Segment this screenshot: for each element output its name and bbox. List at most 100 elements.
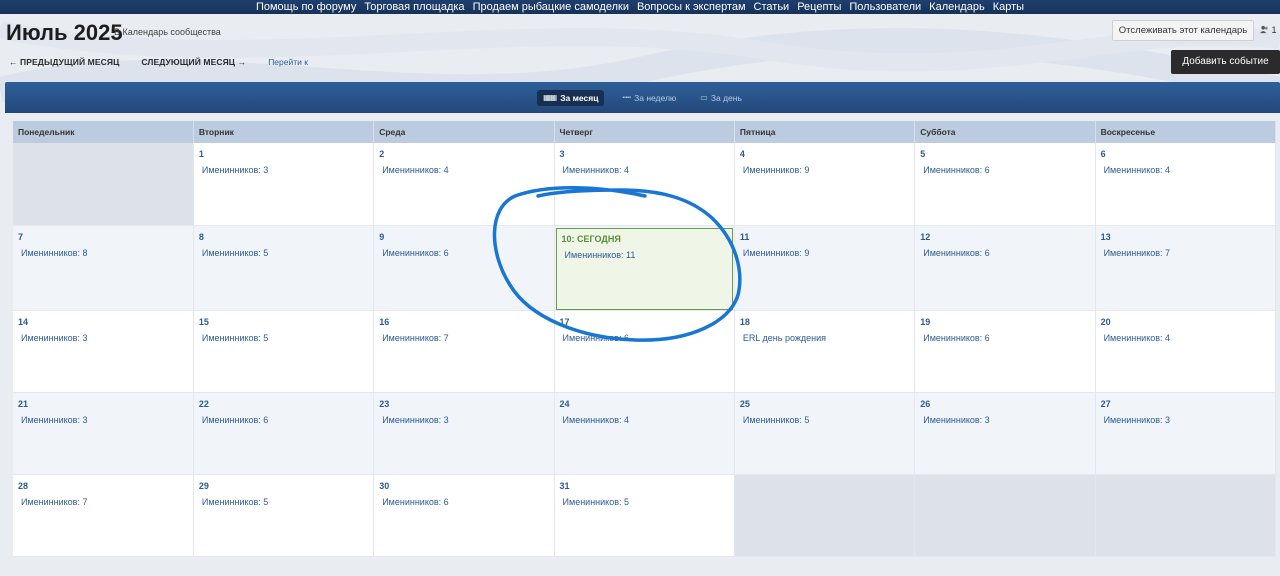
day-number[interactable]: 22 [194, 393, 373, 409]
birthday-event-link[interactable]: Именинников: 4 [1096, 327, 1275, 343]
day-number[interactable]: 20 [1096, 311, 1275, 327]
calendar-day-cell[interactable]: 30 Именинников: 6 [373, 474, 555, 557]
calendar-day-cell[interactable]: 12 Именинников: 6 [914, 225, 1096, 311]
birthday-event-link[interactable]: Именинников: 3 [13, 327, 193, 343]
calendar-day-cell[interactable]: 16 Именинников: 7 [373, 310, 555, 393]
nav-marketplace[interactable]: Торговая площадка [364, 0, 464, 14]
birthday-event-link[interactable]: Именинников: 9 [735, 159, 914, 175]
day-number[interactable]: 5 [915, 143, 1094, 159]
calendar-day-cell[interactable]: 19 Именинников: 6 [914, 310, 1096, 393]
day-number[interactable]: 11 [735, 226, 914, 242]
calendar-day-cell[interactable]: 14 Именинников: 3 [13, 310, 194, 393]
birthday-event-link[interactable]: Именинников: 9 [735, 242, 914, 258]
day-number[interactable]: 3 [555, 143, 734, 159]
day-number[interactable]: 4 [735, 143, 914, 159]
tab-month-view[interactable]: ▦▦ За месяц [537, 89, 605, 106]
calendar-day-cell[interactable]: 11 Именинников: 9 [734, 225, 916, 311]
birthday-event-link[interactable]: Именинников: 4 [555, 159, 734, 175]
nav-calendar[interactable]: Календарь [929, 0, 985, 14]
calendar-day-cell[interactable]: 1 Именинников: 3 [193, 143, 375, 226]
nav-users[interactable]: Пользователи [849, 0, 921, 14]
calendar-day-cell[interactable]: 3 Именинников: 4 [554, 143, 735, 226]
day-number[interactable]: 18 [735, 311, 914, 327]
birthday-event-link[interactable]: Именинников: 7 [1096, 242, 1275, 258]
calendar-day-cell[interactable]: 13 Именинников: 7 [1095, 225, 1277, 311]
previous-month-link[interactable]: ← ПРЕДЫДУЩИЙ МЕСЯЦ [9, 57, 119, 67]
day-number[interactable]: 2 [374, 143, 553, 159]
add-event-button[interactable]: Добавить событие [1171, 50, 1280, 74]
day-number[interactable]: 26 [915, 393, 1094, 409]
day-number[interactable]: 21 [13, 393, 193, 409]
tab-week-view[interactable]: ┅┅ За неделю [616, 90, 682, 106]
calendar-day-cell[interactable]: 18 ERL день рождения [734, 310, 916, 393]
birthday-event-link[interactable]: ERL день рождения [735, 327, 914, 343]
next-month-link[interactable]: СЛЕДУЮЩИЙ МЕСЯЦ → [141, 57, 246, 67]
day-number[interactable]: 9 [374, 226, 553, 242]
birthday-event-link[interactable]: Именинников: 6 [915, 242, 1094, 258]
birthday-event-link[interactable]: Именинников: 4 [1096, 159, 1275, 175]
calendar-day-cell[interactable]: 5 Именинников: 6 [914, 143, 1096, 226]
follow-calendar-button[interactable]: Отслеживать этот календарь [1112, 20, 1254, 41]
day-number[interactable]: 1 [194, 143, 373, 159]
birthday-event-link[interactable]: Именинников: 6 [194, 409, 373, 425]
calendar-day-cell-today[interactable]: 10: СЕГОДНЯ Именинников: 11 [554, 225, 735, 311]
day-number[interactable]: 6 [1096, 143, 1275, 159]
birthday-event-link[interactable]: Именинников: 8 [13, 242, 193, 258]
breadcrumb[interactable]: В Календарь сообщества [114, 27, 221, 37]
day-number[interactable]: 16 [374, 311, 553, 327]
day-number[interactable]: 14 [13, 311, 193, 327]
day-number[interactable]: 13 [1096, 226, 1275, 242]
birthday-event-link[interactable]: Именинников: 5 [194, 491, 373, 507]
day-number[interactable]: 29 [194, 475, 373, 491]
day-number[interactable]: 23 [374, 393, 553, 409]
nav-articles[interactable]: Статьи [754, 0, 790, 14]
day-number[interactable]: 17 [555, 311, 734, 327]
birthday-event-link[interactable]: Именинников: 3 [915, 409, 1094, 425]
birthday-event-link[interactable]: Именинников: 3 [13, 409, 193, 425]
birthday-event-link[interactable]: Именинников: 6 [374, 491, 553, 507]
day-number[interactable]: 10: СЕГОДНЯ [557, 229, 732, 244]
calendar-day-cell[interactable]: 25 Именинников: 5 [734, 392, 916, 475]
day-number[interactable]: 7 [13, 226, 193, 242]
calendar-day-cell[interactable]: 2 Именинников: 4 [373, 143, 555, 226]
day-number[interactable]: 24 [555, 393, 734, 409]
day-number[interactable]: 8 [194, 226, 373, 242]
calendar-day-cell[interactable]: 27 Именинников: 3 [1095, 392, 1277, 475]
calendar-day-cell[interactable]: 31 Именинников: 5 [554, 474, 735, 557]
birthday-event-link[interactable]: Именинников: 6 [374, 242, 553, 258]
followers-counter[interactable]: 1 [1260, 25, 1277, 35]
calendar-day-cell[interactable]: 21 Именинников: 3 [13, 392, 194, 475]
birthday-event-link[interactable]: Именинников: 3 [374, 409, 553, 425]
birthday-event-link[interactable]: Именинников: 3 [1096, 409, 1275, 425]
calendar-day-cell[interactable]: 4 Именинников: 9 [734, 143, 916, 226]
nav-forum-help[interactable]: Помощь по форуму [256, 0, 356, 14]
calendar-day-cell[interactable]: 24 Именинников: 4 [554, 392, 735, 475]
goto-link[interactable]: Перейти к [268, 57, 308, 67]
calendar-day-cell[interactable]: 15 Именинников: 5 [193, 310, 375, 393]
birthday-event-link[interactable]: Именинников: 11 [557, 244, 732, 260]
day-number[interactable]: 27 [1096, 393, 1275, 409]
birthday-event-link[interactable]: Именинников: 7 [13, 491, 193, 507]
day-number[interactable]: 28 [13, 475, 193, 491]
tab-day-view[interactable]: ▭ За день [694, 90, 748, 106]
nav-maps[interactable]: Карты [993, 0, 1024, 14]
calendar-day-cell[interactable]: 7 Именинников: 8 [13, 225, 194, 311]
day-number[interactable]: 19 [915, 311, 1094, 327]
birthday-event-link[interactable]: Именинников: 7 [374, 327, 553, 343]
calendar-day-cell[interactable]: 28 Именинников: 7 [13, 474, 194, 557]
nav-recipes[interactable]: Рецепты [797, 0, 841, 14]
day-number[interactable]: 31 [555, 475, 734, 491]
calendar-day-cell[interactable]: 26 Именинников: 3 [914, 392, 1096, 475]
calendar-day-cell[interactable]: 22 Именинников: 6 [193, 392, 375, 475]
birthday-event-link[interactable]: Именинников: 6 [555, 327, 734, 343]
birthday-event-link[interactable]: Именинников: 3 [194, 159, 373, 175]
today-highlight[interactable]: 10: СЕГОДНЯ Именинников: 11 [555, 227, 733, 310]
birthday-event-link[interactable]: Именинников: 4 [555, 409, 734, 425]
birthday-event-link[interactable]: Именинников: 4 [374, 159, 553, 175]
day-number[interactable]: 30 [374, 475, 553, 491]
nav-experts[interactable]: Вопросы к экспертам [637, 0, 746, 14]
day-number[interactable]: 15 [194, 311, 373, 327]
calendar-day-cell[interactable]: 20 Именинников: 4 [1095, 310, 1277, 393]
day-number[interactable]: 25 [735, 393, 914, 409]
birthday-event-link[interactable]: Именинников: 5 [194, 242, 373, 258]
